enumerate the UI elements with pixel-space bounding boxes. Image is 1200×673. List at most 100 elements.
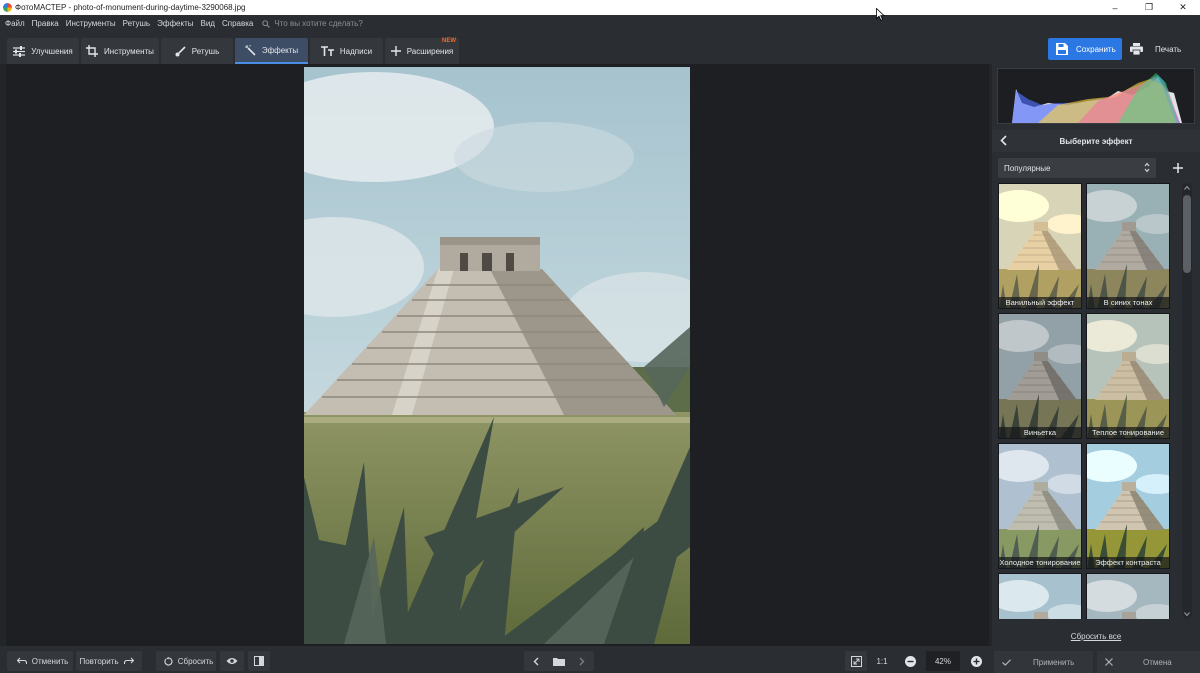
tab-label: Эффекты (261, 45, 299, 55)
fit-screen-button[interactable] (845, 651, 867, 671)
reset-icon (164, 656, 173, 665)
brush-icon (175, 45, 186, 56)
close-icon (1105, 658, 1113, 666)
menu-help[interactable]: Справка (222, 19, 253, 28)
tab-retouch[interactable]: Ретушь (161, 38, 233, 64)
effect-label: Холодное тонирование (999, 557, 1081, 568)
redo-button[interactable]: Повторить (76, 651, 142, 671)
effects-scrollbar[interactable] (1182, 183, 1192, 619)
menu-edit[interactable]: Правка (32, 19, 59, 28)
print-label: Печать (1155, 44, 1182, 54)
new-badge: NEW (442, 38, 456, 44)
undo-button[interactable]: Отменить (7, 651, 73, 671)
effects-header-title: Выберите эффект (1059, 136, 1133, 146)
close-button[interactable]: ✕ (1166, 0, 1200, 15)
window-title: ФотоМАСТЕР - photo-of-monument-during-da… (15, 3, 246, 12)
apply-button[interactable]: Применить (994, 651, 1093, 673)
effect-warm-toning[interactable]: Теплое тонирование (1086, 313, 1170, 439)
category-select[interactable]: Популярные (998, 158, 1156, 178)
reset-label: Сбросить (177, 656, 214, 666)
minimize-button[interactable]: – (1098, 0, 1132, 15)
category-value: Популярные (1004, 163, 1051, 173)
scroll-up-icon[interactable] (1184, 185, 1190, 191)
tab-enhancements[interactable]: Улучшения (7, 38, 79, 64)
app-logo-icon (3, 3, 12, 12)
menu-view[interactable]: Вид (200, 19, 214, 28)
effect-vanilla[interactable]: Ванильный эффект (998, 183, 1082, 309)
menu-search (262, 19, 395, 28)
undo-icon (16, 657, 27, 664)
redo-icon (123, 657, 134, 664)
scrollbar-thumb[interactable] (1183, 195, 1191, 273)
tab-label: Инструменты (104, 46, 154, 56)
zoom-level[interactable]: 42% (926, 651, 960, 671)
compare-button[interactable] (248, 651, 270, 671)
scroll-down-icon[interactable] (1184, 611, 1190, 617)
plus-icon (390, 46, 401, 56)
zoom-in-button[interactable] (965, 651, 987, 671)
effect-thumbnail[interactable] (998, 573, 1082, 619)
search-input[interactable] (274, 19, 395, 28)
floppy-disk-icon (1056, 43, 1068, 55)
text-icon (320, 46, 334, 56)
reset-all-link[interactable]: Сбросить все (992, 632, 1200, 641)
effect-cold-toning[interactable]: Холодное тонирование (998, 443, 1082, 569)
save-label: Сохранить (1076, 44, 1116, 54)
save-button[interactable]: Сохранить (1048, 38, 1122, 60)
main-toolbar: Улучшения Инструменты Ретушь Эффекты Над… (0, 32, 1200, 64)
tab-captions[interactable]: Надписи (310, 38, 383, 64)
effect-label: Ванильный эффект (999, 297, 1081, 308)
undo-label: Отменить (31, 656, 69, 666)
histogram (997, 68, 1195, 124)
menu-effects[interactable]: Эффекты (157, 19, 193, 28)
maximize-button[interactable]: ❐ (1132, 0, 1166, 15)
sliders-icon (13, 45, 26, 57)
preview-toggle-button[interactable] (220, 651, 244, 671)
effect-vignette[interactable]: Виньетка (998, 313, 1082, 439)
zoom-out-button[interactable] (899, 651, 921, 671)
menu-file[interactable]: Файл (5, 19, 25, 28)
effect-label: Виньетка (999, 427, 1081, 438)
image-navigation (524, 651, 594, 671)
eye-icon (226, 658, 238, 664)
one-to-one-button[interactable]: 1:1 (871, 651, 893, 671)
effects-grid: Ванильный эффект В синих тонах Виньетка … (998, 183, 1172, 619)
effect-blue-tones[interactable]: В синих тонах (1086, 183, 1170, 309)
menu-retouch[interactable]: Ретушь (123, 19, 151, 28)
folder-icon[interactable] (553, 657, 565, 666)
title-bar: ФотоМАСТЕР - photo-of-monument-during-da… (0, 0, 1200, 15)
tab-label: Ретушь (191, 46, 220, 56)
pyramid-photo (304, 67, 690, 644)
fit-to-screen-icon (850, 655, 862, 667)
image-canvas[interactable] (6, 64, 989, 646)
tab-label: Расширения (406, 46, 454, 56)
up-down-arrows-icon (1144, 162, 1150, 173)
chevron-right-icon[interactable] (579, 657, 585, 666)
mouse-cursor-icon (876, 8, 885, 21)
plus-circle-icon (970, 655, 982, 667)
effect-contrast[interactable]: Эффект контраста (1086, 443, 1170, 569)
menu-bar: Файл Правка Инструменты Ретушь Эффекты В… (0, 15, 1200, 32)
reset-button[interactable]: Сбросить (156, 651, 216, 671)
back-arrow-icon[interactable] (1000, 135, 1007, 146)
compare-icon (254, 656, 264, 666)
apply-label: Применить (1033, 657, 1075, 667)
effect-label: В синих тонах (1087, 297, 1169, 308)
tab-label: Надписи (339, 46, 373, 56)
minus-circle-icon (904, 655, 916, 667)
photo-preview (304, 67, 690, 644)
menu-tools[interactable]: Инструменты (66, 19, 116, 28)
effects-header: Выберите эффект (992, 130, 1200, 152)
cancel-button[interactable]: Отмена (1097, 651, 1200, 673)
tab-tools[interactable]: Инструменты (81, 38, 159, 64)
effect-thumbnail[interactable] (1086, 573, 1170, 619)
tab-effects[interactable]: Эффекты (235, 38, 308, 64)
print-button[interactable]: Печать (1128, 38, 1192, 60)
effect-label: Эффект контраста (1087, 557, 1169, 568)
chevron-left-icon[interactable] (533, 657, 539, 666)
cancel-label: Отмена (1143, 657, 1172, 667)
window-controls: – ❐ ✕ (1098, 0, 1200, 15)
tab-extensions[interactable]: Расширения NEW (385, 38, 459, 64)
redo-label: Повторить (79, 656, 119, 666)
add-effect-button[interactable] (1170, 160, 1186, 176)
